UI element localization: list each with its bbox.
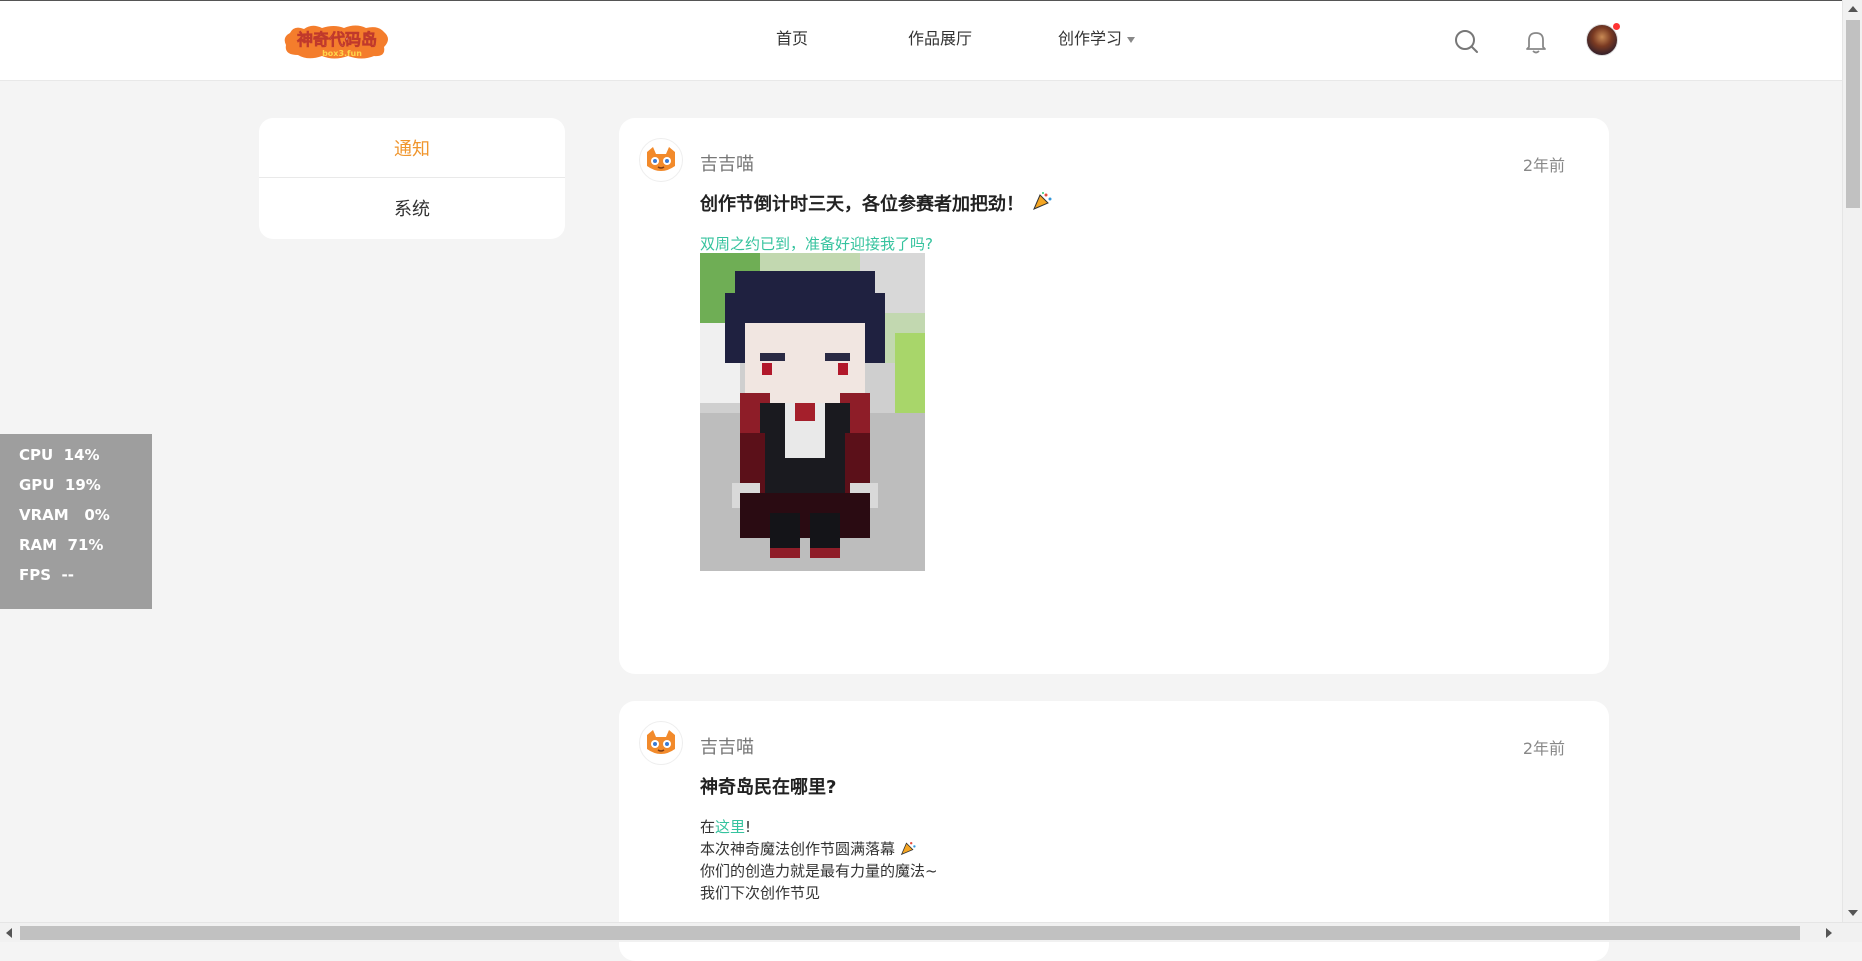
- notice-body-line: 你们的创造力就是最有力量的魔法~: [700, 862, 938, 880]
- top-header: 神奇代码岛 box3.fun 首页 作品展厅 创作学习: [0, 0, 1842, 81]
- body-text: 本次神奇魔法创作节圆满落幕: [700, 840, 896, 858]
- sender-avatar[interactable]: [639, 721, 683, 765]
- sender-name[interactable]: 吉吉喵: [700, 733, 754, 759]
- perf-fps: FPS --: [19, 566, 74, 584]
- perf-cpu: CPU 14%: [19, 446, 100, 464]
- notice-title-text: 神奇岛民在哪里?: [700, 777, 837, 798]
- notice-title: 创作节倒计时三天，各位参赛者加把劲！: [700, 190, 1052, 216]
- horizontal-scrollbar[interactable]: [0, 922, 1862, 942]
- perf-ram: RAM 71%: [19, 536, 104, 554]
- sender-avatar[interactable]: [639, 138, 683, 182]
- chevron-down-icon: [1127, 36, 1136, 43]
- nav-home[interactable]: 首页: [776, 25, 808, 49]
- notice-subtitle-link[interactable]: 双周之约已到，准备好迎接我了吗?: [700, 233, 933, 254]
- horizontal-scroll-thumb[interactable]: [20, 926, 1800, 940]
- notice-time: 2年前: [1522, 156, 1565, 175]
- nav-learn-label: 创作学习: [1058, 29, 1123, 48]
- notice-body: 在这里! 本次神奇魔法创作节圆满落幕 你们的创造力就是最有力量的魔法~ 我们下次…: [700, 816, 938, 904]
- notice-character-image: [700, 253, 925, 571]
- notice-title: 神奇岛民在哪里?: [700, 773, 836, 799]
- scroll-left-icon[interactable]: [6, 928, 12, 938]
- vertical-scrollbar[interactable]: [1842, 0, 1862, 922]
- here-link[interactable]: 这里: [715, 818, 745, 836]
- notification-dot: [1613, 23, 1620, 30]
- notice-body-line: 在这里!: [700, 816, 938, 838]
- notice-title-text: 创作节倒计时三天，各位参赛者加把劲！: [700, 194, 1024, 215]
- performance-overlay: CPU 14% GPU 19% VRAM 0% RAM 71% FPS --: [0, 434, 152, 609]
- sender-name[interactable]: 吉吉喵: [700, 150, 754, 176]
- site-logo[interactable]: 神奇代码岛 box3.fun: [282, 23, 392, 61]
- vertical-scroll-thumb[interactable]: [1846, 20, 1860, 208]
- notice-time: 2年前: [1522, 739, 1565, 758]
- notice-body-line: 本次神奇魔法创作节圆满落幕: [700, 838, 938, 860]
- party-popper-icon: [1032, 191, 1052, 216]
- scroll-up-icon[interactable]: [1848, 6, 1858, 12]
- scroll-right-icon[interactable]: [1826, 928, 1832, 938]
- party-popper-icon: [900, 840, 916, 858]
- tab-notifications[interactable]: 通知: [259, 118, 565, 178]
- search-icon[interactable]: [1453, 28, 1481, 56]
- logo-text: 神奇代码岛: [297, 30, 377, 49]
- notice-body-line: 我们下次创作节见: [700, 884, 821, 902]
- body-text: !: [745, 818, 752, 836]
- notice-card: 吉吉喵 2年前 创作节倒计时三天，各位参赛者加把劲！ 双周之约已到，准备好迎接我…: [619, 118, 1609, 674]
- perf-vram: VRAM 0%: [19, 506, 110, 524]
- bell-icon[interactable]: [1522, 28, 1550, 56]
- logo-subtext: box3.fun: [322, 49, 362, 58]
- nav-gallery[interactable]: 作品展厅: [908, 25, 972, 49]
- user-avatar-button[interactable]: [1586, 23, 1620, 56]
- message-category-menu: 通知 系统: [259, 118, 565, 239]
- scroll-down-icon[interactable]: [1848, 910, 1858, 916]
- nav-learn[interactable]: 创作学习: [1058, 25, 1136, 49]
- body-text: 在: [700, 818, 716, 836]
- tab-system[interactable]: 系统: [259, 178, 565, 238]
- perf-gpu: GPU 19%: [19, 476, 101, 494]
